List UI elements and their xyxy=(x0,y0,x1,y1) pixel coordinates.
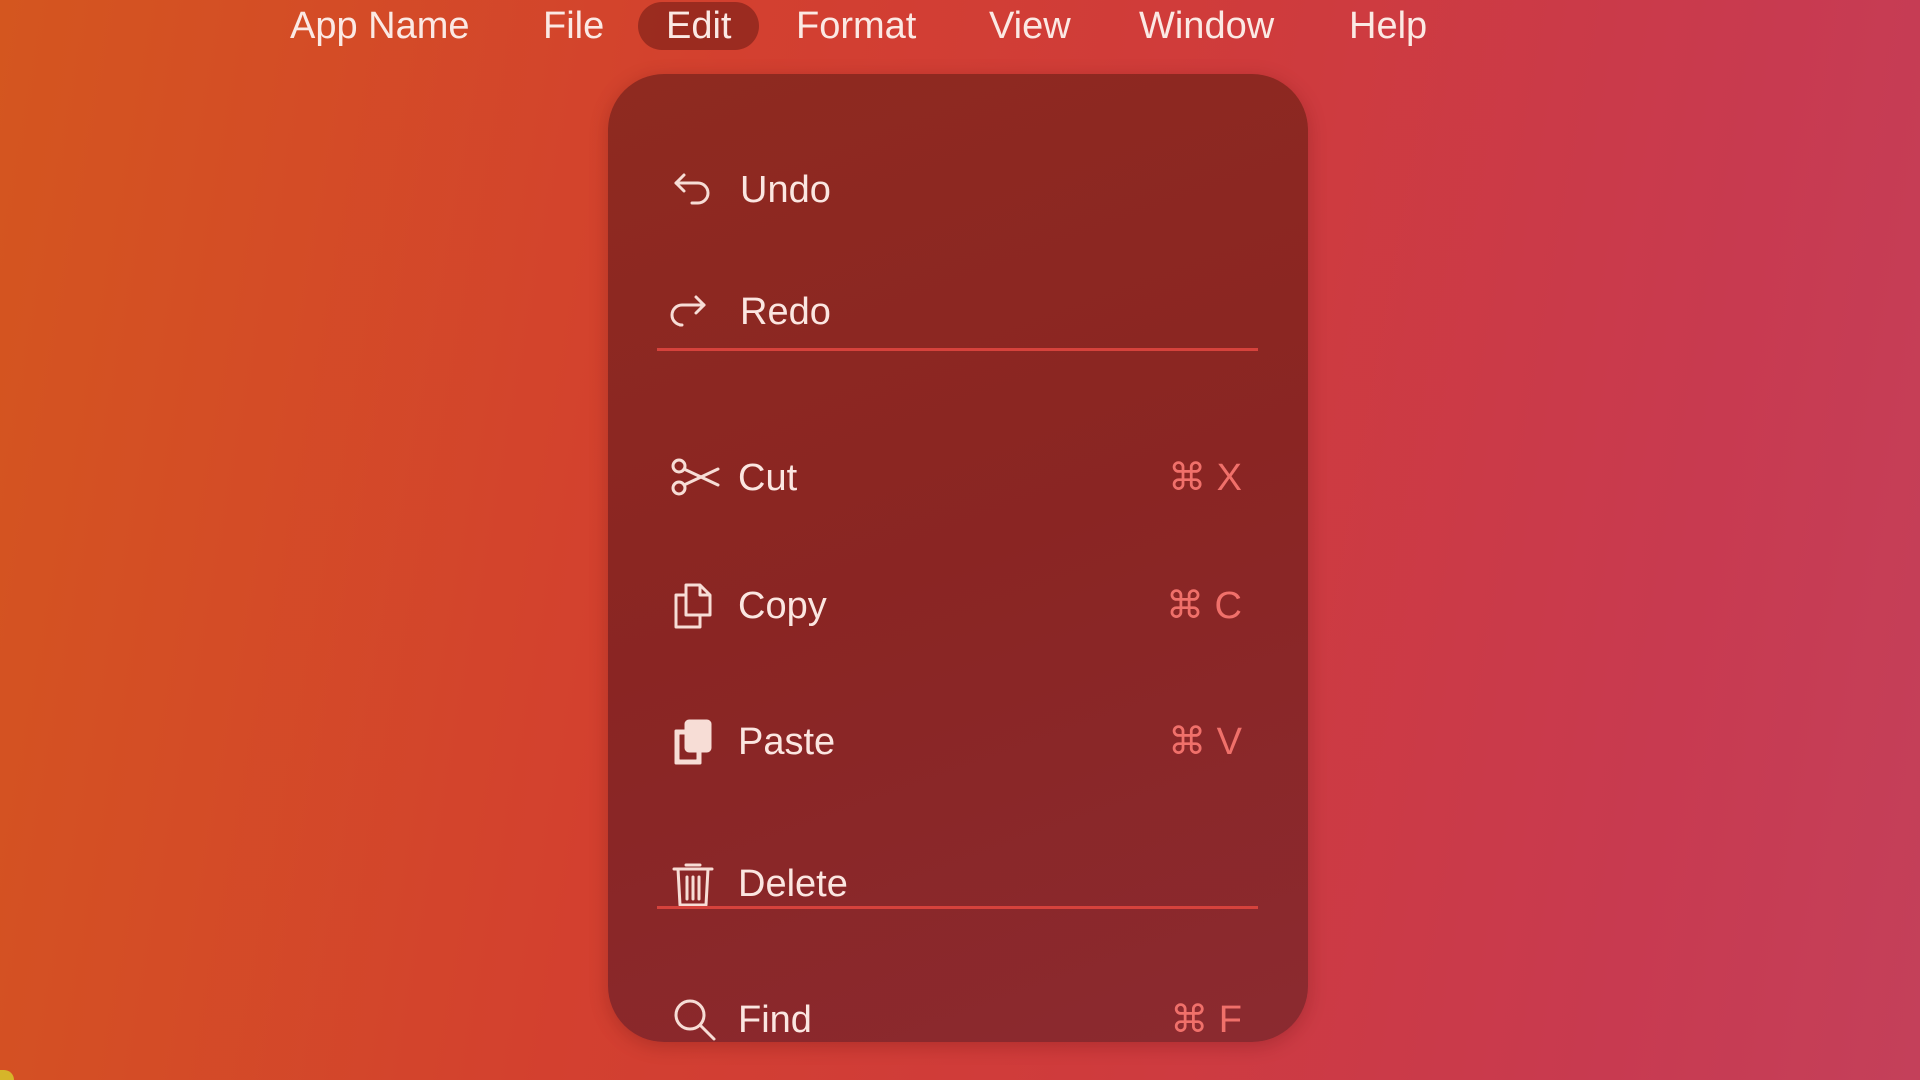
menu-separator xyxy=(657,348,1258,351)
menubar-window[interactable]: Window xyxy=(1111,2,1302,50)
paste-icon xyxy=(668,717,718,767)
menu-item-cut[interactable]: Cut ⌘ X xyxy=(608,433,1308,523)
corner-accent xyxy=(0,1070,14,1080)
menubar-format[interactable]: Format xyxy=(768,2,944,50)
redo-icon xyxy=(662,287,712,337)
menu-item-delete[interactable]: Delete xyxy=(608,839,1308,929)
menu-item-label: Copy xyxy=(738,585,827,627)
menubar-file[interactable]: File xyxy=(515,2,632,50)
search-icon xyxy=(670,995,720,1045)
menu-item-label: Find xyxy=(738,999,812,1041)
menu-bar: App Name File Edit Format View Window He… xyxy=(0,0,1920,54)
menu-item-find[interactable]: Find ⌘ F xyxy=(608,975,1308,1065)
menu-item-undo[interactable]: Undo xyxy=(608,145,1308,235)
menubar-view[interactable]: View xyxy=(961,2,1099,50)
menu-item-paste[interactable]: Paste ⌘ V xyxy=(608,697,1308,787)
menu-item-label: Paste xyxy=(738,721,836,763)
desktop-background: App Name File Edit Format View Window He… xyxy=(0,0,1920,1080)
menu-item-copy[interactable]: Copy ⌘ C xyxy=(608,561,1308,651)
menu-item-shortcut: ⌘ V xyxy=(1168,721,1242,763)
menu-separator xyxy=(657,906,1258,909)
scissors-icon xyxy=(670,453,720,503)
trash-icon xyxy=(668,859,718,909)
menu-item-label: Cut xyxy=(738,457,798,499)
menu-item-shortcut: ⌘ X xyxy=(1168,457,1242,499)
menu-item-label: Delete xyxy=(738,863,848,905)
menubar-help[interactable]: Help xyxy=(1321,2,1455,50)
menu-item-shortcut: ⌘ C xyxy=(1166,585,1242,627)
undo-icon xyxy=(668,165,718,215)
menu-item-shortcut: ⌘ F xyxy=(1170,999,1242,1041)
menubar-app-name[interactable]: App Name xyxy=(262,2,498,50)
menu-item-redo[interactable]: Redo xyxy=(608,267,1308,357)
copy-icon xyxy=(668,581,718,631)
menu-item-label: Redo xyxy=(740,291,831,333)
edit-menu-dropdown: Undo Redo Cut ⌘ X Copy ⌘ C Paste ⌘ V Del… xyxy=(608,74,1308,1042)
menubar-edit[interactable]: Edit xyxy=(638,2,760,50)
menu-item-label: Undo xyxy=(740,169,831,211)
